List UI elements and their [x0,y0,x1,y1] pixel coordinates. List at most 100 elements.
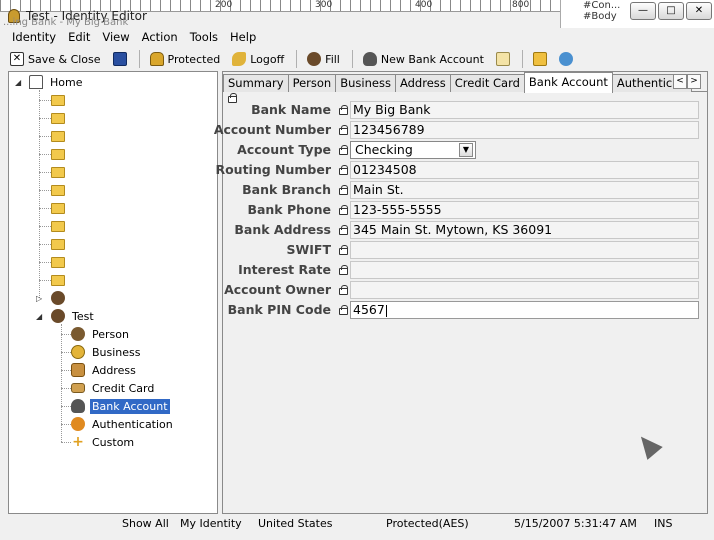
save-button[interactable] [112,52,127,66]
tree-folder[interactable] [51,127,65,145]
row-account-owner: Account Owner [223,280,707,300]
expand-icon[interactable]: ▷ [36,294,42,303]
menu-tools[interactable]: Tools [184,28,224,46]
row-bank-branch: Bank Branch Main St. [223,180,707,200]
bank-name-lock-icon[interactable] [339,105,348,115]
bank-phone-field[interactable]: 123-555-5555 [350,201,699,219]
key-icon [232,52,247,66]
tree-item-address[interactable]: Address [71,361,138,379]
account-owner-label: Account Owner [224,282,331,297]
menu-view[interactable]: View [96,28,135,46]
tree-item-custom[interactable]: + Custom [71,433,136,451]
tab-bank-account[interactable]: Bank Account [523,72,613,93]
swift-label: SWIFT [286,242,331,257]
account-owner-field[interactable] [350,281,699,299]
bank-phone-label: Bank Phone [247,202,331,217]
menu-help[interactable]: Help [224,28,262,46]
title-bar[interactable]: Test - Identity Editor ...ing Bank - My … [0,0,714,28]
bank-branch-label: Bank Branch [242,182,331,197]
home-collapse-icon[interactable]: ◢ [15,78,21,87]
account-number-label: Account Number [213,122,331,137]
folder-icon [51,202,65,214]
pin-button[interactable] [558,52,573,66]
tree-folder[interactable] [51,217,65,235]
new-bank-account-button[interactable]: New Bank Account [362,52,484,66]
chevron-down-icon[interactable]: ▼ [459,143,473,157]
test-collapse-icon[interactable]: ◢ [36,312,42,321]
routing-number-lock-icon[interactable] [339,165,348,175]
account-number-lock-icon[interactable] [339,125,348,135]
folder-icon [51,238,65,250]
tree-folder[interactable] [51,253,65,271]
bank-address-field[interactable]: 345 Main St. Mytown, KS 36091 [350,221,699,239]
bank-pin-code-lock-icon[interactable] [339,305,348,315]
tab-credit-card[interactable]: Credit Card [449,74,525,92]
interest-rate-field[interactable] [350,261,699,279]
tab-scroll-left-button[interactable]: < [673,74,687,89]
tree-folder[interactable] [51,91,65,109]
bank-branch-field[interactable]: Main St. [350,181,699,199]
identity-editor-window: 200 300 400 800 #Con... #Body Test - Identi… [0,0,714,540]
tab-address[interactable]: Address [394,74,451,92]
tree-item-bank-account[interactable]: Bank Account [71,397,170,415]
bank-pin-code-field[interactable]: 4567 [350,301,699,319]
tree-folder[interactable] [51,181,65,199]
toolbar: ✕ Save & Close Protected Logoff Fill New… [0,47,714,71]
tab-scroll-right-button[interactable]: > [687,74,701,89]
logoff-button[interactable]: Logoff [232,52,284,66]
bank-name-field[interactable]: My Big Bank [350,101,699,119]
identity-tree[interactable]: ◢ Home ▷ ◢ Test Person Business Address … [8,71,218,514]
money-bag-icon [71,399,85,413]
money-bag-icon [362,52,377,66]
tree-item-test[interactable]: Test [51,307,96,325]
tree-folder[interactable] [51,235,65,253]
account-number-field[interactable]: 123456789 [350,121,699,139]
minimize-button[interactable]: — [630,2,656,20]
menu-action[interactable]: Action [136,28,184,46]
tab-summary[interactable]: Summary [223,74,289,92]
swift-field[interactable] [350,241,699,259]
tree-folder[interactable] [51,271,65,289]
bank-address-label: Bank Address [234,222,331,237]
protected-button[interactable]: Protected [149,52,220,66]
status-bar: Show All My Identity United States Prote… [0,514,714,534]
close-button[interactable]: ✕ [686,2,712,20]
maximize-button[interactable]: □ [658,2,684,20]
tree-identity-collapsed[interactable] [51,289,70,307]
status-show-all[interactable]: Show All [122,517,169,530]
account-owner-lock-icon[interactable] [339,285,348,295]
account-type-select[interactable]: Checking ▼ [350,141,476,159]
tree-folder[interactable] [51,163,65,181]
menu-identity[interactable]: Identity [6,28,62,46]
add-item-button[interactable] [495,52,510,66]
tab-business[interactable]: Business [335,74,396,92]
bank-address-lock-icon[interactable] [339,225,348,235]
package-icon [71,363,85,377]
menu-edit[interactable]: Edit [62,28,96,46]
row-routing-number: Routing Number 01234508 [215,160,707,180]
tree-item-business[interactable]: Business [71,343,143,361]
tab-person[interactable]: Person [287,74,337,92]
tree-item-person[interactable]: Person [71,325,131,343]
tree-item-credit-card[interactable]: Credit Card [71,379,156,397]
toolbar-separator [296,50,298,68]
account-type-lock-icon[interactable] [339,145,348,155]
tree-folder[interactable] [51,145,65,163]
tree-item-authentication[interactable]: Authentication [71,415,175,433]
interest-rate-lock-icon[interactable] [339,265,348,275]
folder-icon [51,220,65,232]
bank-branch-lock-icon[interactable] [339,185,348,195]
row-account-number: Account Number 123456789 [214,120,707,140]
tree-folder[interactable] [51,109,65,127]
folder-icon [51,166,65,178]
tree-item-home[interactable]: Home [29,73,84,91]
row-bank-pin-code: Bank PIN Code 4567 [223,300,707,320]
save-close-button[interactable]: ✕ Save & Close [10,52,101,66]
routing-number-label: Routing Number [215,162,331,177]
email-button[interactable] [532,52,547,66]
routing-number-field[interactable]: 01234508 [350,161,699,179]
fill-button[interactable]: Fill [307,52,340,66]
swift-lock-icon[interactable] [339,245,348,255]
bank-phone-lock-icon[interactable] [339,205,348,215]
tree-folder[interactable] [51,199,65,217]
